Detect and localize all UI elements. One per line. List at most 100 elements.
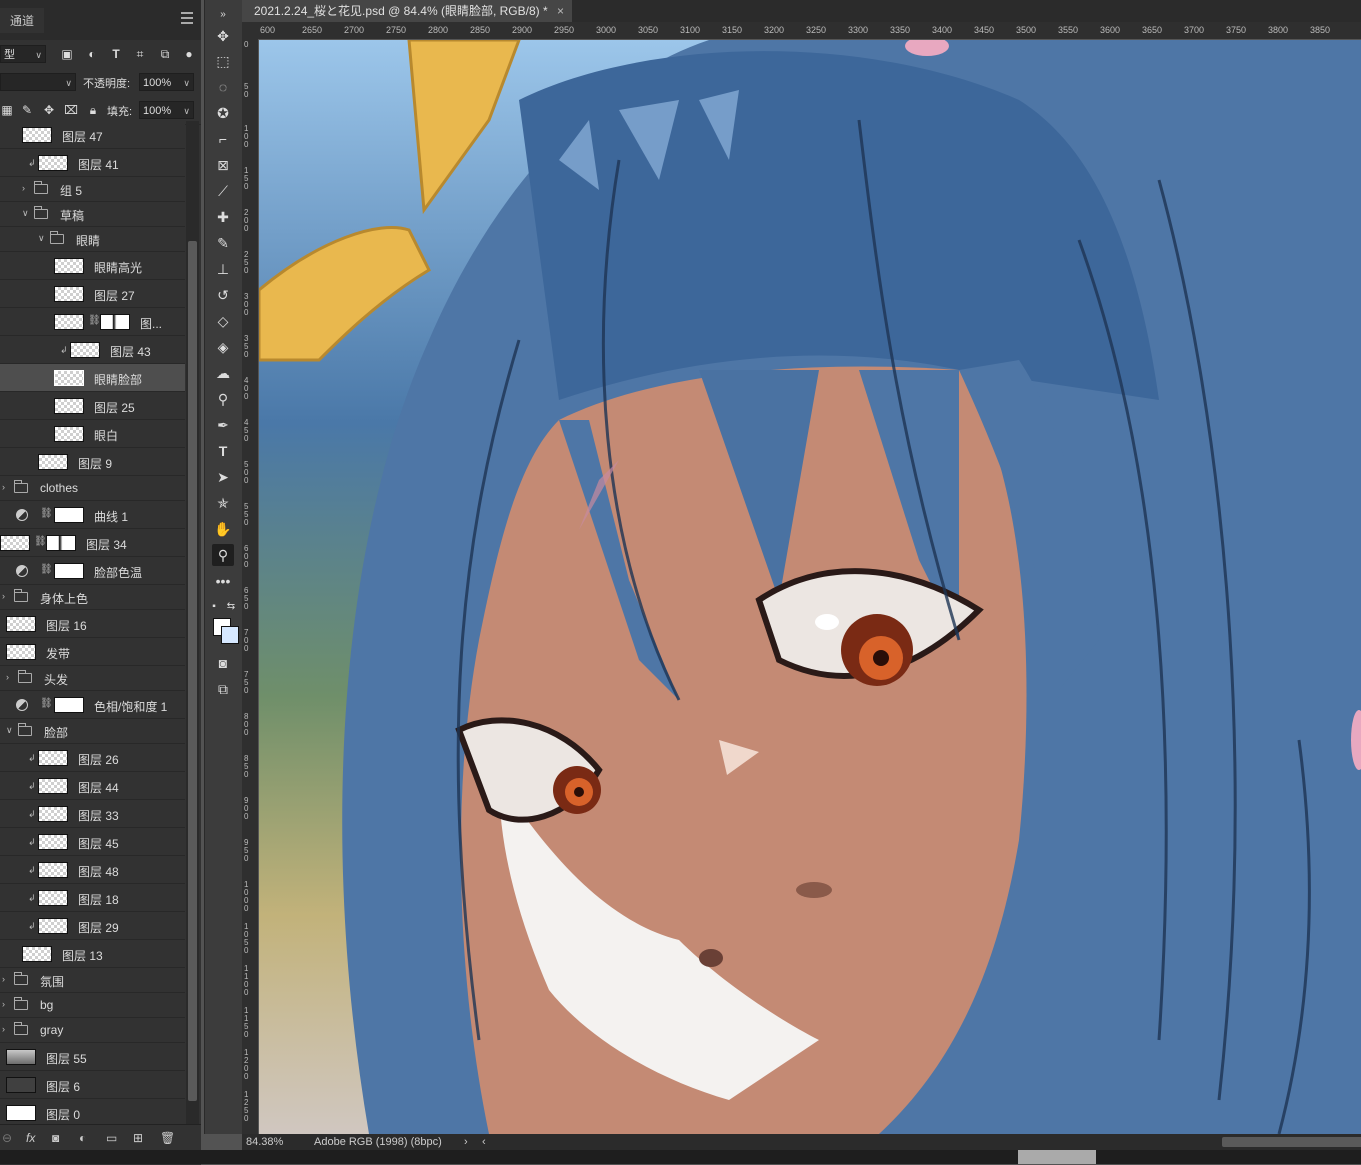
layer-thumbnail[interactable] xyxy=(6,616,36,632)
move-tool-icon[interactable]: ✥ xyxy=(212,25,234,47)
document-canvas[interactable] xyxy=(259,40,1361,1134)
layer-row[interactable]: › gray xyxy=(0,1018,185,1043)
horizontal-scroll-thumb[interactable] xyxy=(1222,1137,1361,1147)
expand-arrow-icon[interactable]: › xyxy=(2,999,5,1009)
mask-link-icon[interactable]: ⛓ xyxy=(34,536,47,547)
layer-thumbnail[interactable] xyxy=(70,342,100,358)
layer-row[interactable]: ⛓ 图层 34 xyxy=(0,529,185,557)
blend-mode-dropdown[interactable]: ∨ xyxy=(0,73,76,91)
layer-scroll-thumb[interactable] xyxy=(188,241,197,1101)
crop-tool-icon[interactable]: ⌐ xyxy=(212,128,234,150)
filter-toggle-icon[interactable]: ● xyxy=(182,47,196,61)
layer-thumbnail[interactable] xyxy=(6,644,36,660)
expand-arrow-icon[interactable]: › xyxy=(2,974,5,984)
layer-row[interactable]: 眼睛高光 xyxy=(0,252,185,280)
layer-thumbnail[interactable] xyxy=(38,890,68,906)
layer-mask-thumbnail[interactable] xyxy=(100,314,130,330)
lock-all-icon[interactable]: 🔒︎ xyxy=(86,103,100,117)
close-document-icon[interactable]: × xyxy=(557,0,564,22)
brush-tool-icon[interactable]: ✎ xyxy=(212,232,234,254)
expand-arrow-icon[interactable]: › xyxy=(2,1024,5,1034)
mask-link-icon[interactable]: ⛓ xyxy=(40,698,53,709)
layer-row[interactable]: ↲ 图层 48 xyxy=(0,856,185,884)
layer-thumbnail[interactable] xyxy=(6,1049,36,1065)
layer-row[interactable]: ⛓ 曲线 1 xyxy=(0,501,185,529)
layer-row[interactable]: › bg xyxy=(0,993,185,1018)
expand-arrow-icon[interactable]: › xyxy=(6,672,9,682)
layer-row[interactable]: ∨ 眼睛 xyxy=(0,227,185,252)
layer-thumbnail[interactable] xyxy=(38,834,68,850)
eraser-tool-icon[interactable]: ◇ xyxy=(212,310,234,332)
filter-kind-dropdown[interactable]: 型 ∨ xyxy=(0,45,46,63)
new-layer-icon[interactable]: ⊞ xyxy=(133,1131,143,1145)
layer-thumbnail[interactable] xyxy=(38,862,68,878)
mask-link-icon[interactable]: ⛓ xyxy=(40,508,53,519)
layer-row[interactable]: 图层 13 xyxy=(0,940,185,968)
layer-mask-thumbnail[interactable] xyxy=(54,697,84,713)
collapse-arrow-icon[interactable]: ∨ xyxy=(38,233,45,244)
shape-tool-icon[interactable]: ✯ xyxy=(212,492,234,514)
filter-type-icon[interactable]: T xyxy=(109,47,123,61)
zoom-level[interactable]: 84.38% xyxy=(246,1134,283,1150)
layer-row[interactable]: › 氛围 xyxy=(0,968,185,993)
layer-row[interactable]: ↲ 图层 29 xyxy=(0,912,185,940)
layer-mask-thumbnail[interactable] xyxy=(46,535,76,551)
layer-row[interactable]: 发带 xyxy=(0,638,185,666)
layer-row[interactable]: 图层 0 xyxy=(0,1099,185,1124)
filter-adjustment-icon[interactable]: ◐ xyxy=(85,47,99,61)
layer-thumbnail[interactable] xyxy=(38,778,68,794)
layer-thumbnail[interactable] xyxy=(54,286,84,302)
collapse-arrow-icon[interactable]: ∨ xyxy=(22,208,29,219)
layer-row[interactable]: 眼白 xyxy=(0,420,185,448)
layer-thumbnail[interactable] xyxy=(54,258,84,274)
more-tools-icon[interactable]: ••• xyxy=(212,570,234,592)
layer-thumbnail[interactable] xyxy=(22,946,52,962)
layer-row[interactable]: › clothes xyxy=(0,476,185,501)
delete-layer-icon[interactable]: 🗑︎ xyxy=(160,1131,175,1145)
vertical-ruler[interactable]: 0 50 100 150 200 250 300 350 400 450 500 550 600 650 7… xyxy=(242,39,259,1134)
layer-thumbnail[interactable] xyxy=(6,1105,36,1121)
layer-row[interactable]: 图层 47 xyxy=(0,121,185,149)
layer-row[interactable]: 图层 27 xyxy=(0,280,185,308)
layer-thumbnail[interactable] xyxy=(38,918,68,934)
layer-thumbnail[interactable] xyxy=(22,127,52,143)
layer-row[interactable]: ⛓ 色相/饱和度 1 xyxy=(0,691,185,719)
layer-row[interactable]: 图层 55 xyxy=(0,1043,185,1071)
fx-icon[interactable]: fx xyxy=(26,1131,35,1145)
new-group-icon[interactable]: ▭ xyxy=(106,1131,117,1145)
eyedropper-tool-icon[interactable]: ⟋ xyxy=(212,180,234,202)
blur-tool-icon[interactable]: ☁ xyxy=(212,362,234,384)
layer-row[interactable]: ↲ 图层 44 xyxy=(0,772,185,800)
fill-field[interactable]: 100% ∨ xyxy=(139,101,194,119)
lock-paint-icon[interactable]: ✎ xyxy=(20,103,34,117)
layer-thumbnail[interactable] xyxy=(6,1077,36,1093)
collapse-arrow-icon[interactable]: ∨ xyxy=(6,725,13,736)
zoom-tool-icon[interactable]: ⚲ xyxy=(212,544,234,566)
expand-arrow-icon[interactable]: › xyxy=(22,183,25,193)
layer-row[interactable]: ↲ 图层 33 xyxy=(0,800,185,828)
layer-row[interactable]: 图层 9 xyxy=(0,448,185,476)
layer-thumbnail[interactable] xyxy=(38,806,68,822)
lock-position-icon[interactable]: ✥ xyxy=(42,103,56,117)
quick-mask-icon[interactable]: ◙ xyxy=(212,652,234,674)
layer-row[interactable]: 图层 6 xyxy=(0,1071,185,1099)
channels-tab[interactable]: 通道 xyxy=(0,8,45,33)
layer-thumbnail[interactable] xyxy=(38,155,68,171)
layer-row[interactable]: ⛓ 图... xyxy=(0,308,185,336)
screen-mode-icon[interactable]: ⧉ xyxy=(212,678,234,700)
paint-bucket-tool-icon[interactable]: ◈ xyxy=(212,336,234,358)
opacity-field[interactable]: 100% ∨ xyxy=(139,73,194,91)
lasso-tool-icon[interactable]: ◌ xyxy=(212,76,234,98)
layer-mask-thumbnail[interactable] xyxy=(54,563,84,579)
lock-transparent-icon[interactable]: ▦ xyxy=(0,103,14,117)
layer-mask-thumbnail[interactable] xyxy=(54,507,84,523)
link-layers-icon[interactable]: ⊖ xyxy=(2,1131,12,1145)
healing-brush-tool-icon[interactable]: ✚ xyxy=(212,206,234,228)
layer-row[interactable]: ⛓ 脸部色温 xyxy=(0,557,185,585)
marquee-tool-icon[interactable]: ⬚ xyxy=(212,50,234,72)
layer-list-scrollbar[interactable] xyxy=(186,121,199,1124)
layer-thumbnail[interactable] xyxy=(54,314,84,330)
layer-row[interactable]: ↲ 图层 41 xyxy=(0,149,185,177)
path-select-tool-icon[interactable]: ➤ xyxy=(212,466,234,488)
layer-thumbnail[interactable] xyxy=(38,750,68,766)
